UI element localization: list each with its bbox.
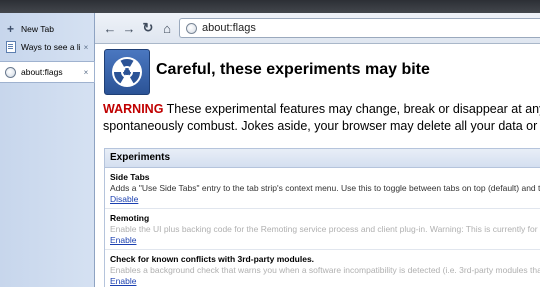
experiments-panel: Experiments Side Tabs Adds a "Use Side T…: [104, 148, 540, 287]
side-tab-ways[interactable]: Ways to see a lis ×: [0, 37, 94, 57]
plus-icon: +: [6, 21, 14, 36]
warning-label: WARNING: [103, 102, 164, 116]
radiation-icon: [104, 49, 150, 95]
experiment-remoting: Remoting Enable the UI plus backing code…: [105, 209, 540, 250]
side-tab-label: Ways to see a lis: [21, 42, 80, 52]
globe-icon: [186, 22, 197, 34]
page-content: Careful, these experiments may bite WARN…: [95, 44, 540, 287]
globe-icon: [5, 66, 16, 78]
document-icon: [5, 41, 16, 53]
browser-toolbar: ← → ↻ ⌂ about:flags: [95, 13, 540, 44]
experiment-name: Check for known conflicts with 3rd-party…: [110, 254, 315, 264]
experiment-description: Adds a "Use Side Tabs" entry to the tab …: [110, 183, 540, 193]
page-title: Careful, these experiments may bite: [156, 61, 430, 78]
home-icon[interactable]: ⌂: [158, 19, 176, 37]
warning-text: WARNING These experimental features may …: [103, 101, 540, 135]
new-tab-label: New Tab: [21, 24, 54, 34]
experiment-description: Enable the UI plus backing code for the …: [110, 224, 538, 234]
window-frame: [0, 0, 540, 13]
side-tab-strip: + New Tab Ways to see a lis × about:flag…: [0, 13, 95, 287]
close-tab-icon[interactable]: ×: [80, 43, 92, 52]
back-arrow-icon[interactable]: ←: [101, 19, 119, 37]
experiment-description: Enables a background check that warns yo…: [110, 265, 540, 275]
reload-icon[interactable]: ↻: [139, 19, 157, 37]
warning-line-1: These experimental features may change, …: [166, 102, 540, 116]
experiment-conflicts-check: Check for known conflicts with 3rd-party…: [105, 250, 540, 287]
experiment-name: Remoting: [110, 213, 150, 223]
forward-arrow-icon[interactable]: →: [120, 19, 138, 37]
close-tab-icon[interactable]: ×: [80, 68, 92, 77]
side-tab-about-flags[interactable]: about:flags ×: [0, 61, 95, 83]
disable-link[interactable]: Disable: [110, 194, 138, 204]
experiment-name: Side Tabs: [110, 172, 150, 182]
experiments-header: Experiments: [105, 149, 540, 168]
warning-line-2: spontaneously combust. Jokes aside, your…: [103, 119, 540, 133]
enable-link[interactable]: Enable: [110, 276, 136, 286]
address-bar[interactable]: about:flags: [179, 18, 540, 38]
address-text: about:flags: [202, 22, 256, 34]
enable-link[interactable]: Enable: [110, 235, 136, 245]
side-tab-label: about:flags: [21, 67, 63, 77]
experiment-side-tabs: Side Tabs Adds a "Use Side Tabs" entry t…: [105, 168, 540, 209]
new-tab-button[interactable]: + New Tab: [0, 19, 94, 39]
